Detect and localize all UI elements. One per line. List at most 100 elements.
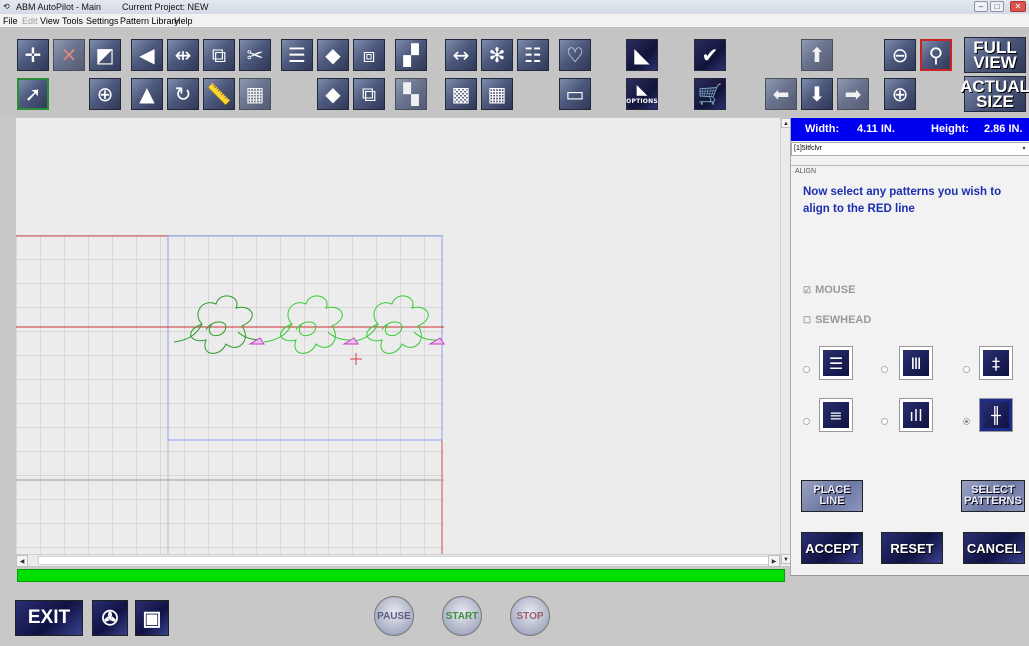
chevron-down-icon[interactable]: ▾ xyxy=(1019,143,1029,155)
reset-button[interactable]: RESET xyxy=(881,532,943,564)
mouse-checkbox-box[interactable]: ☑ xyxy=(803,285,811,295)
cart-tool-icon[interactable]: 🛒 xyxy=(694,78,726,110)
ruler-tool-icon[interactable]: 📏 xyxy=(203,78,235,110)
arrow-down-icon[interactable]: ⬇ xyxy=(801,78,833,110)
align-left-icon: ☰ xyxy=(823,350,849,376)
align-left-option[interactable]: ☰ xyxy=(819,346,853,380)
scissors-tool-icon[interactable]: ✂ xyxy=(239,39,271,71)
width-label: Width: xyxy=(805,123,840,135)
sewhead-label: SEWHEAD xyxy=(815,314,872,326)
section-label: ALIGN xyxy=(795,168,817,175)
align-radio-3[interactable] xyxy=(963,366,970,373)
align-bottom-option[interactable]: ıll xyxy=(899,398,933,432)
spacing-tool-icon[interactable]: ◆ xyxy=(317,78,349,110)
cancel-button[interactable]: CANCEL xyxy=(963,532,1025,564)
delete-x-tool-icon[interactable]: ✕ xyxy=(53,39,85,71)
rotate-tool-icon[interactable]: ↻ xyxy=(167,78,199,110)
pattern-select[interactable]: [1]5ltfclvr ▾ xyxy=(791,142,1029,156)
vertical-scrollbar[interactable]: ▲ ▼ xyxy=(780,118,791,566)
options-button[interactable]: ◣ OPTIONS xyxy=(626,78,658,110)
measure-tool-icon[interactable]: ↔ xyxy=(445,39,477,71)
zoom-region-icon[interactable]: ⚲ xyxy=(920,39,952,71)
group-tool-icon[interactable]: ⧈ xyxy=(353,39,385,71)
eraser-tool-icon[interactable]: ◣ xyxy=(626,39,658,71)
align-panel: Width: 4.11 IN. Height: 2.86 IN. [1]5ltf… xyxy=(790,118,1029,576)
stitch-progress-bar xyxy=(17,569,785,582)
zoom-in-icon[interactable]: ⊕ xyxy=(884,78,916,110)
triangle-left-tool-icon[interactable]: ◀ xyxy=(131,39,163,71)
place-line-button[interactable]: PLACE LINE xyxy=(801,480,863,512)
arrow-up-icon[interactable]: ⬆ xyxy=(801,39,833,71)
rows-tool-icon[interactable]: ☷ xyxy=(517,39,549,71)
start-button[interactable]: START xyxy=(442,596,482,636)
height-label: Height: xyxy=(931,123,969,135)
resize-tool-icon[interactable]: ⧉ xyxy=(203,39,235,71)
select-arrow-tool-icon[interactable]: ➚ xyxy=(17,78,49,110)
select-patterns-button[interactable]: SELECT PATTERNS xyxy=(961,480,1025,512)
quilt-canvas[interactable] xyxy=(16,118,780,554)
toolbar: ✛ ✕ ◩ ◀ ⇹ ⧉ ✂ ☰ ◆ ⧈ ▞ ↔ ✻ ☷ ♡ ◣ ✔ ⬆ ⊖ ⚲ … xyxy=(0,29,1029,117)
align-radio-5[interactable] xyxy=(881,418,888,425)
sewhead-checkbox-box[interactable]: ☐ xyxy=(803,315,811,325)
menu-tools[interactable]: Tools xyxy=(62,14,83,28)
array-tool-icon[interactable]: ▦ xyxy=(481,78,513,110)
scroll-right-icon[interactable]: ▶ xyxy=(768,555,780,567)
step-tool-icon[interactable]: ▞ xyxy=(395,39,427,71)
align-right-option[interactable]: ≡ xyxy=(819,398,853,432)
align-left-tool-icon[interactable]: ☰ xyxy=(281,39,313,71)
title-bar: ⟲ ABM AutoPilot - Main Current Project: … xyxy=(0,0,1029,14)
align-center-v-option[interactable]: ‡ xyxy=(979,346,1013,380)
horizontal-scroll-thumb[interactable] xyxy=(38,556,776,565)
align-center-v-icon: ‡ xyxy=(983,350,1009,376)
mouse-checkbox[interactable]: ☑ MOUSE xyxy=(803,284,855,296)
align-center-h-option[interactable]: ╫ xyxy=(979,398,1013,432)
check-tool-icon[interactable]: ✔ xyxy=(694,39,726,71)
quarter-block-tool-icon[interactable]: ◩ xyxy=(89,39,121,71)
offset-tool-icon[interactable]: ▚ xyxy=(395,78,427,110)
fill-pattern-tool-icon[interactable]: ▩ xyxy=(445,78,477,110)
menu-pattern-library[interactable]: Pattern Library xyxy=(120,14,179,28)
close-button[interactable]: ✕ xyxy=(1010,1,1026,12)
align-radio-4[interactable] xyxy=(803,418,810,425)
ungroup-tool-icon[interactable]: ⧉ xyxy=(353,78,385,110)
border-tool-icon[interactable]: ▭ xyxy=(559,78,591,110)
scroll-left-icon[interactable]: ◀ xyxy=(16,555,28,567)
actual-size-button[interactable]: ACTUAL SIZE xyxy=(960,76,1029,112)
film-reel-icon[interactable]: ✇ xyxy=(92,600,128,636)
grid-tool-icon[interactable]: ▦ xyxy=(239,78,271,110)
width-value: 4.11 IN. xyxy=(857,123,895,135)
menu-edit[interactable]: Edit xyxy=(22,14,38,28)
exit-button[interactable]: EXIT xyxy=(15,600,83,636)
flower-tool-icon[interactable]: ✻ xyxy=(481,39,513,71)
menu-settings[interactable]: Settings xyxy=(86,14,119,28)
actual-size-label-2: SIZE xyxy=(976,92,1014,111)
full-view-button[interactable]: FULL VIEW xyxy=(964,37,1026,73)
stop-button[interactable]: STOP xyxy=(510,596,550,636)
menu-file[interactable]: File xyxy=(3,14,18,28)
menu-view[interactable]: View xyxy=(40,14,59,28)
mirror-tool-icon[interactable]: ▲ xyxy=(131,78,163,110)
arrow-right-icon[interactable]: ➡ xyxy=(837,78,869,110)
heart-tool-icon[interactable]: ♡ xyxy=(559,39,591,71)
distribute-tool-icon[interactable]: ◆ xyxy=(317,39,349,71)
menu-help[interactable]: Help xyxy=(174,14,193,28)
align-radio-2[interactable] xyxy=(881,366,888,373)
full-view-label-2: VIEW xyxy=(973,53,1017,72)
stretch-tool-icon[interactable]: ⇹ xyxy=(167,39,199,71)
pause-button[interactable]: PAUSE xyxy=(374,596,414,636)
align-radio-1[interactable] xyxy=(803,366,810,373)
align-radio-6[interactable] xyxy=(963,418,970,425)
sewhead-checkbox[interactable]: ☐ SEWHEAD xyxy=(803,314,871,326)
window-view-icon[interactable]: ▣ xyxy=(135,600,169,636)
maximize-button[interactable]: □ xyxy=(990,1,1004,12)
minimize-button[interactable]: – xyxy=(974,1,988,12)
target-tool-icon[interactable]: ⊕ xyxy=(89,78,121,110)
canvas-drawing[interactable] xyxy=(16,118,780,554)
arrow-left-icon[interactable]: ⬅ xyxy=(765,78,797,110)
zoom-out-icon[interactable]: ⊖ xyxy=(884,39,916,71)
align-top-option[interactable]: Ⅲ xyxy=(899,346,933,380)
crosshair-tool-icon[interactable]: ✛ xyxy=(17,39,49,71)
bottom-controls: EXIT ✇ ▣ PAUSE START STOP xyxy=(0,590,1029,646)
accept-button[interactable]: ACCEPT xyxy=(801,532,863,564)
horizontal-scrollbar[interactable]: ◀ ▶ xyxy=(16,554,780,567)
